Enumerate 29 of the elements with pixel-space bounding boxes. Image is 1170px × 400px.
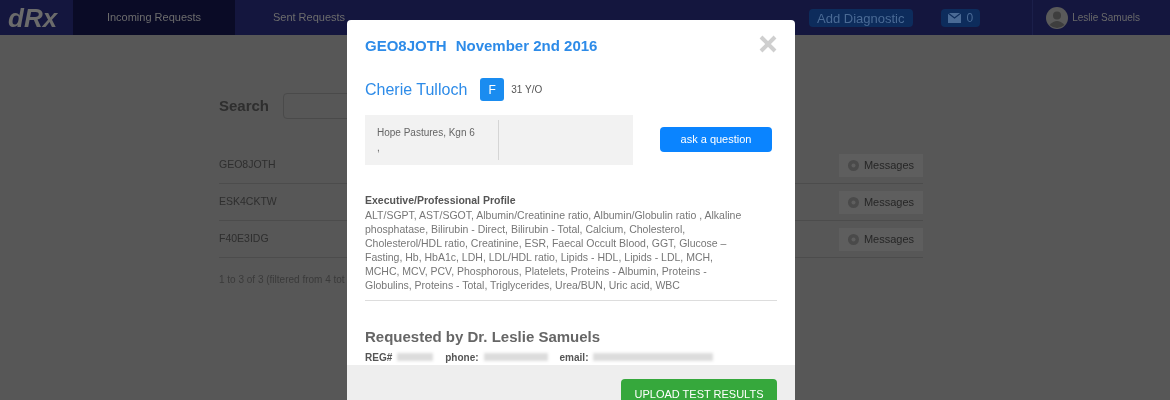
test-list: ALT/SGPT, AST/SGOT, Albumin/Creatinine ratio, Albumin/Globulin ratio , Alkaline phosphatase, Bilirubin - Direct, Bilirubin - Total, Calcium, Cholesterol, Cholesterol/HDL ratio, Creatinine, ESR, Faecal Occult Blood, GGT, Glucose – Fasting, Hb, HbA1c, LDH, LDL/HDL ratio, Lipids - HDL, Lipids - LDL, MCH, MCHC, MCV, PCV, Phosphorous, Platelets, Proteins - Albumin, Proteins - Globulins, Proteins - Total, Triglycerides, Urea/BUN, Uric acid, WBC	[365, 208, 743, 293]
user-name[interactable]: Leslie Samuels	[1072, 10, 1140, 25]
close-icon[interactable]	[759, 35, 777, 53]
messages-button[interactable]: 0	[940, 8, 981, 27]
profile-title: Executive/Professional Profile	[365, 192, 517, 208]
sex-badge: F	[480, 78, 505, 101]
messages-button[interactable]: Messages	[839, 153, 923, 177]
add-diagnostic-button[interactable]: Add Diagnostic	[809, 8, 913, 27]
request-code: GEO8JOTH	[365, 36, 447, 56]
requested-by: Requested by Dr. Leslie Samuels	[365, 327, 602, 348]
nav-tab[interactable]: Sent Requests	[235, 0, 383, 35]
messages-button[interactable]: Messages	[839, 190, 923, 214]
envelope-icon	[947, 12, 961, 23]
address-line: ,	[377, 140, 381, 155]
upload-results-button[interactable]: UPLOAD TEST RESULTS	[621, 379, 777, 400]
contact-label: email:	[559, 350, 589, 365]
nav-tab[interactable]: Incoming Requests	[73, 0, 235, 35]
logo[interactable]: dRx	[8, 4, 58, 31]
patient-age: 31 Y/O	[511, 83, 543, 97]
messages-button[interactable]: Messages	[839, 227, 923, 251]
patient-name: Cherie Tulloch	[365, 79, 468, 100]
address-line: Hope Pastures, Kgn 6	[377, 125, 476, 140]
request-date: November 2nd 2016	[455, 36, 598, 56]
redacted-value	[483, 353, 548, 362]
contact-label: phone:	[445, 350, 479, 365]
redacted-value	[397, 353, 434, 362]
avatar-icon[interactable]	[1046, 6, 1069, 29]
contact-label: REG#	[365, 350, 393, 365]
ask-question-button[interactable]: ask a question	[660, 127, 772, 152]
